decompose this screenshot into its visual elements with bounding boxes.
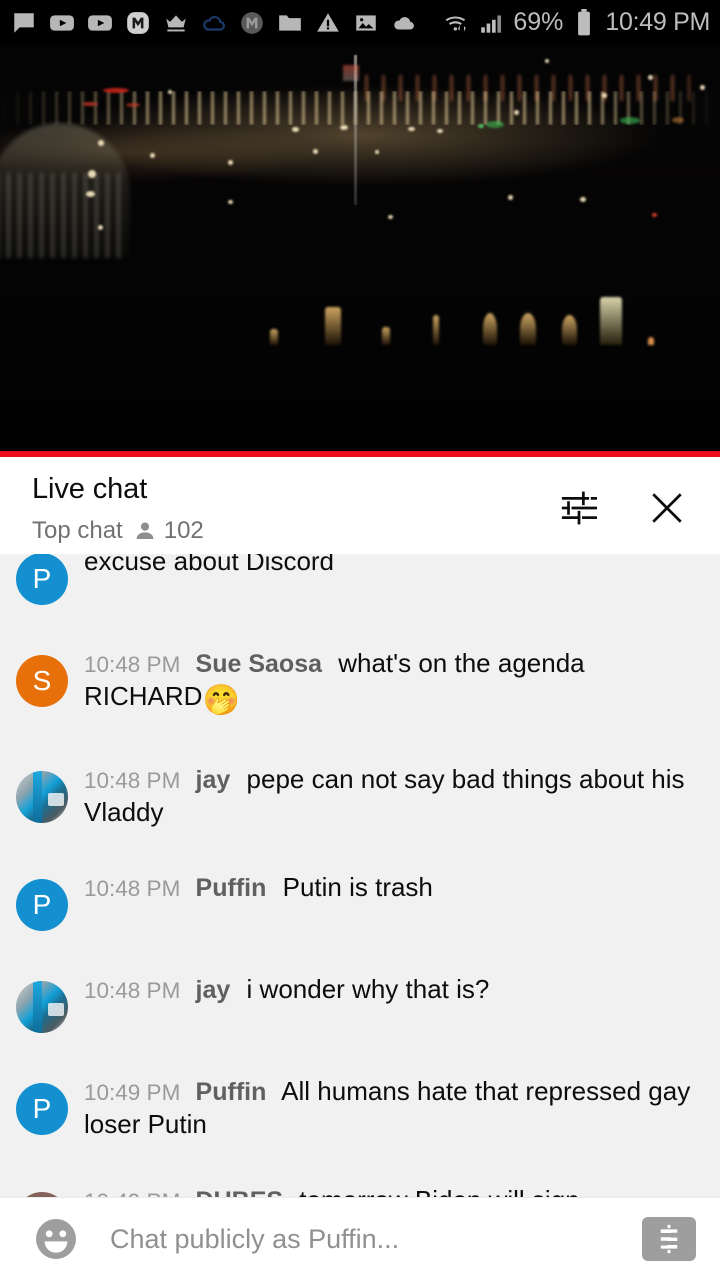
m-badge-icon bbox=[124, 9, 152, 37]
message-body: excuse about Discord bbox=[84, 554, 694, 578]
avatar[interactable] bbox=[16, 981, 68, 1034]
chat-message-list[interactable]: P excuse about Discord S 10:48 PM Sue Sa… bbox=[0, 554, 720, 1197]
message-text: Putin is trash bbox=[282, 872, 433, 903]
avatar-wrap: S bbox=[0, 633, 84, 707]
phone-screen: 69% 10:49 PM Live chat Top chat 102 P ex… bbox=[0, 0, 720, 1280]
youtube-icon bbox=[48, 9, 76, 37]
message-emoji: 🤭 bbox=[202, 684, 240, 718]
live-chat-header: Live chat Top chat 102 bbox=[0, 457, 720, 554]
emoji-smiley-icon[interactable] bbox=[28, 1215, 84, 1263]
status-bar-notification-icons bbox=[10, 9, 443, 37]
message-timestamp: 10:48 PM bbox=[84, 652, 181, 677]
message-timestamp: 10:48 PM bbox=[84, 767, 181, 793]
live-chat-subheader: Top chat 102 bbox=[32, 517, 204, 545]
folder-icon bbox=[276, 9, 304, 37]
status-bar: 69% 10:49 PM bbox=[0, 0, 720, 45]
list-item[interactable]: S 10:48 PM Sue Saosa what's on the agend… bbox=[0, 619, 720, 735]
chat-messages: P excuse about Discord S 10:48 PM Sue Sa… bbox=[0, 554, 720, 1197]
chat-mode-label[interactable]: Top chat bbox=[32, 517, 123, 545]
message-author[interactable]: Puffin bbox=[196, 1078, 267, 1106]
wifi-icon bbox=[443, 9, 471, 37]
avatar-initial: P bbox=[32, 563, 52, 594]
message-body: 10:49 PM DUBES tomorrow Biden will sign … bbox=[84, 1170, 694, 1197]
clock-label: 10:49 PM bbox=[605, 8, 710, 36]
message-timestamp: 10:48 PM bbox=[84, 978, 181, 1004]
avatar-initial: P bbox=[32, 1093, 52, 1125]
person-icon bbox=[136, 522, 154, 539]
list-item[interactable]: 10:48 PM jay i wonder why that is? bbox=[0, 945, 720, 1047]
image-icon bbox=[352, 9, 380, 37]
avatar-wrap: P bbox=[0, 1061, 84, 1136]
message-timestamp: 10:49 PM bbox=[84, 1080, 181, 1106]
list-item[interactable]: P 10:49 PM Puffin All humans hate that r… bbox=[0, 1047, 720, 1156]
list-item[interactable]: P excuse about Discord bbox=[0, 554, 720, 619]
battery-icon bbox=[570, 8, 598, 37]
avatar-wrap bbox=[0, 749, 84, 823]
list-item[interactable]: P 10:48 PM Puffin Putin is trash bbox=[0, 843, 720, 945]
message-author[interactable]: jay bbox=[196, 766, 231, 794]
avatar[interactable]: S bbox=[16, 655, 68, 707]
cloud-filled-icon bbox=[390, 9, 418, 37]
message-body: 10:49 PM Puffin All humans hate that rep… bbox=[84, 1061, 694, 1142]
dollar-sign-icon bbox=[659, 1224, 679, 1254]
tune-sliders-icon[interactable] bbox=[556, 485, 602, 531]
avatar-wrap: P bbox=[0, 554, 84, 605]
list-item[interactable]: D 10:49 PM DUBES tomorrow Biden will sig… bbox=[0, 1156, 720, 1197]
live-chat-actions bbox=[556, 471, 696, 531]
avatar[interactable] bbox=[16, 770, 68, 823]
message-author[interactable]: Sue Saosa bbox=[196, 650, 322, 678]
avatar-wrap bbox=[0, 959, 84, 1034]
message-timestamp: 10:48 PM bbox=[84, 876, 181, 902]
cellular-signal-icon bbox=[478, 9, 506, 37]
youtube-music-icon bbox=[86, 9, 114, 37]
superchat-button[interactable] bbox=[642, 1217, 696, 1261]
crown-icon bbox=[162, 9, 190, 37]
page-title: Live chat bbox=[32, 473, 148, 505]
message-body: 10:48 PM Sue Saosa what's on the agenda … bbox=[84, 633, 694, 721]
battery-percent-label: 69% bbox=[513, 8, 564, 36]
viewer-count-label: 102 bbox=[163, 516, 204, 544]
warning-triangle-icon bbox=[314, 9, 342, 37]
m-circle-icon bbox=[238, 9, 266, 37]
message-body: 10:48 PM Puffin Putin is trash bbox=[84, 857, 694, 904]
avatar-initial: S bbox=[32, 665, 52, 696]
message-text: i wonder why that is? bbox=[246, 974, 490, 1005]
avatar[interactable]: P bbox=[16, 554, 68, 605]
avatar[interactable]: P bbox=[16, 1083, 68, 1136]
avatar-initial: P bbox=[32, 889, 52, 921]
message-author[interactable]: Puffin bbox=[196, 874, 267, 902]
message-timestamp: 10:49 PM bbox=[84, 1189, 180, 1197]
scattered-lights bbox=[0, 45, 720, 457]
live-chat-titles: Live chat Top chat 102 bbox=[32, 471, 204, 545]
cloud-outline-icon bbox=[200, 9, 228, 37]
close-icon[interactable] bbox=[644, 485, 690, 531]
avatar-wrap: D bbox=[0, 1170, 84, 1197]
chat-bubble-icon bbox=[10, 9, 38, 37]
message-author[interactable]: jay bbox=[196, 976, 231, 1004]
message-body: 10:48 PM jay pepe can not say bad things… bbox=[84, 749, 694, 830]
avatar[interactable]: P bbox=[16, 879, 68, 932]
message-author[interactable]: DUBES bbox=[196, 1187, 284, 1197]
message-body: 10:48 PM jay i wonder why that is? bbox=[84, 959, 694, 1006]
avatar-wrap: P bbox=[0, 857, 84, 932]
live-stream-player[interactable] bbox=[0, 45, 720, 457]
message-text: excuse about Discord bbox=[84, 554, 335, 576]
status-bar-system-icons: 69% 10:49 PM bbox=[443, 8, 710, 37]
list-item[interactable]: 10:48 PM jay pepe can not say bad things… bbox=[0, 735, 720, 844]
chat-input[interactable] bbox=[84, 1223, 634, 1255]
chat-composer bbox=[0, 1197, 720, 1280]
viewer-count: 102 bbox=[133, 517, 204, 545]
